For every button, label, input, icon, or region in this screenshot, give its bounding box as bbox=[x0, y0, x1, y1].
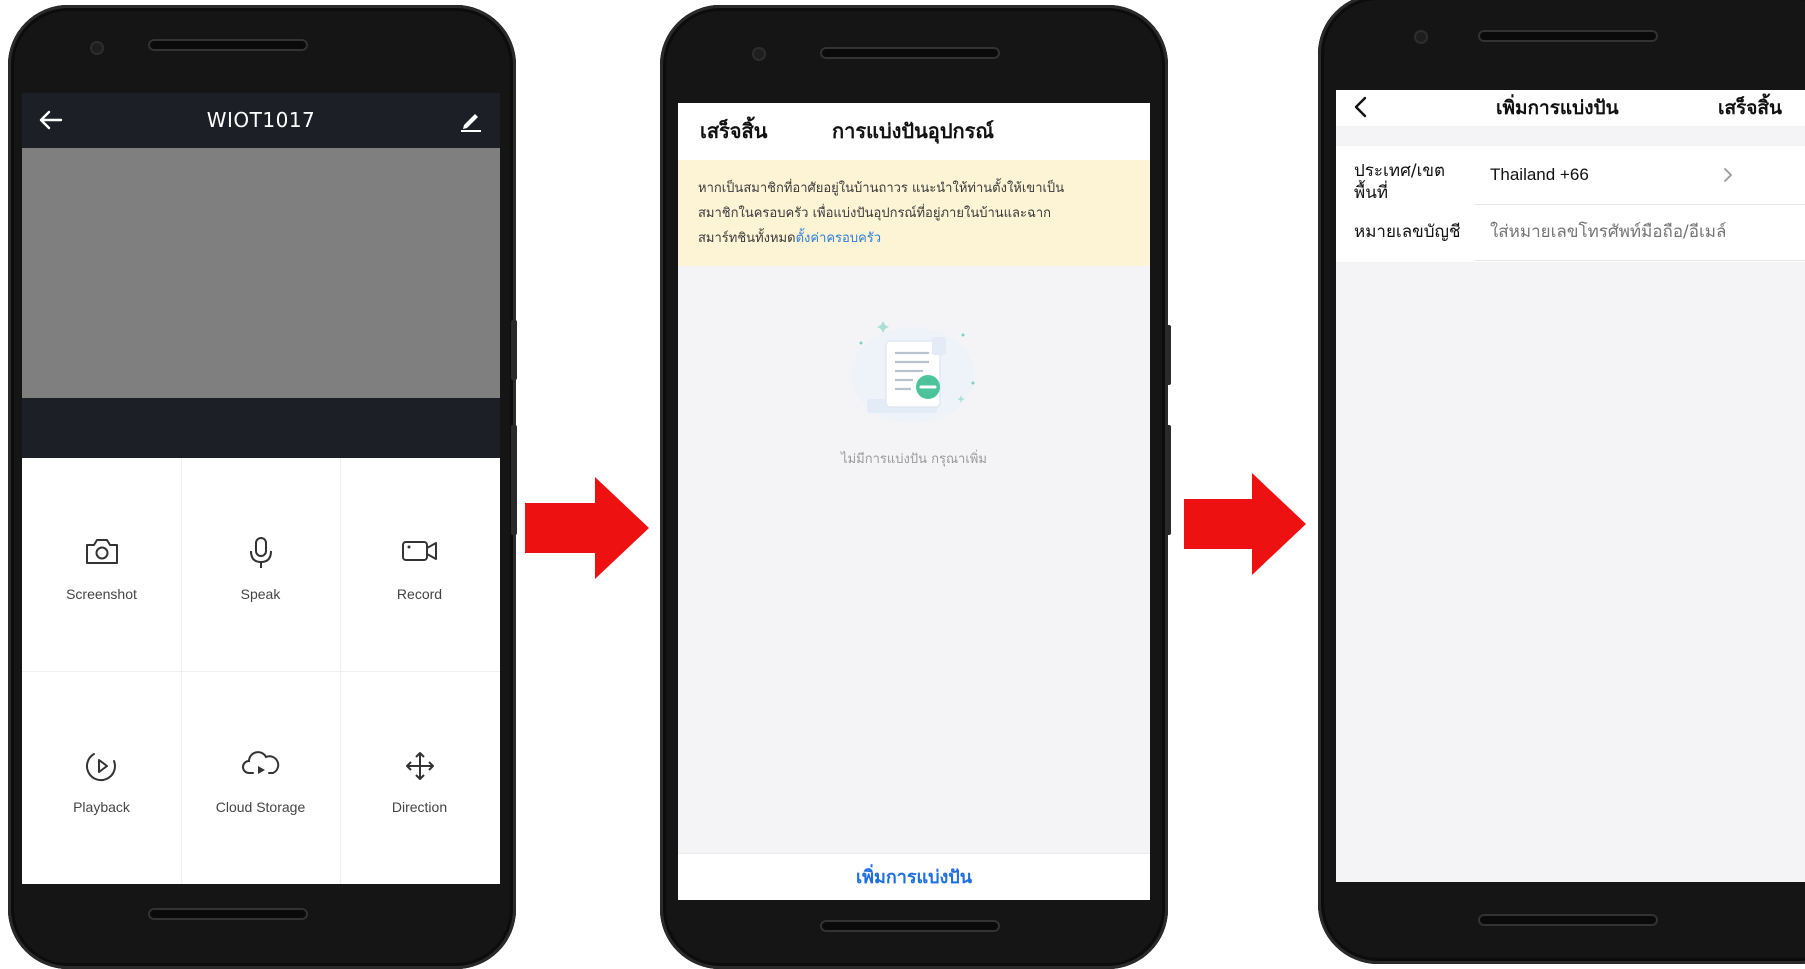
action-label: Speak bbox=[240, 586, 281, 602]
nav-bar: เสร็จสิ้น การแบ่งปันอุปกรณ์ bbox=[678, 103, 1150, 160]
bottom-speaker bbox=[1478, 914, 1658, 926]
earpiece-speaker bbox=[148, 39, 308, 51]
country-value: Thailand +66 bbox=[1490, 165, 1589, 184]
right-arrow-icon bbox=[1184, 473, 1306, 575]
done-button[interactable]: เสร็จสิ้น bbox=[700, 103, 767, 160]
chevron-right-icon bbox=[1724, 168, 1733, 182]
cloud-storage-button[interactable]: Cloud Storage bbox=[181, 671, 340, 884]
share-form: ประเทศ/เขต พื้นที่ Thailand +66 หมายเลขบ… bbox=[1336, 146, 1805, 262]
add-share-button[interactable]: เพิ่มการแบ่งปัน bbox=[678, 853, 1150, 900]
action-label: Direction bbox=[391, 799, 448, 815]
done-button[interactable]: เสร็จสิ้น bbox=[1718, 90, 1782, 126]
side-button bbox=[511, 320, 517, 380]
family-settings-link[interactable]: ตั้งค่าครอบครัว bbox=[796, 231, 882, 246]
add-share-screen: เพิ่มการแบ่งปัน เสร็จสิ้น ประเทศ/เขต พื้… bbox=[1336, 90, 1805, 882]
video-preview[interactable] bbox=[22, 148, 500, 398]
pencil-icon[interactable] bbox=[458, 107, 484, 133]
cloud-play-icon bbox=[241, 751, 279, 774]
empty-document-icon bbox=[851, 321, 975, 423]
phone-frame-2: เสร็จสิ้น การแบ่งปันอุปกรณ์ หากเป็นสมาชิ… bbox=[660, 5, 1171, 969]
move-arrows-icon bbox=[405, 752, 434, 780]
record-button[interactable]: Record bbox=[340, 458, 499, 671]
country-label-line: ประเทศ/เขต bbox=[1354, 161, 1446, 181]
action-grid: Screenshot Speak Record Playback Cloud S… bbox=[22, 458, 500, 884]
notice-text-line: หากเป็นสมาชิกที่อาศัยอยู่ในบ้านถาวร แนะน… bbox=[698, 181, 1065, 196]
front-camera bbox=[1414, 30, 1428, 44]
device-sharing-screen: เสร็จสิ้น การแบ่งปันอุปกรณ์ หากเป็นสมาชิ… bbox=[678, 103, 1150, 900]
action-label: Playback bbox=[73, 799, 130, 815]
country-label-line: พื้นที่ bbox=[1354, 183, 1389, 203]
speak-button[interactable]: Speak bbox=[181, 458, 340, 671]
video-camera-icon bbox=[401, 541, 437, 561]
bottom-speaker bbox=[820, 920, 1000, 932]
notice-text-line: สมาร์ทชินทั้งหมด bbox=[698, 231, 796, 246]
action-label: Record bbox=[396, 586, 443, 602]
earpiece-speaker bbox=[1478, 30, 1658, 42]
chevron-left-icon[interactable] bbox=[1350, 94, 1372, 120]
family-notice: หากเป็นสมาชิกที่อาศัยอยู่ในบ้านถาวร แนะน… bbox=[678, 160, 1150, 266]
right-arrow-icon bbox=[525, 477, 649, 579]
page-title: เพิ่มการแบ่งปัน bbox=[1496, 97, 1619, 119]
bottom-speaker bbox=[148, 908, 308, 920]
camera-icon bbox=[85, 539, 118, 564]
device-title: WIOT1017 bbox=[206, 108, 316, 132]
top-bar: WIOT1017 bbox=[22, 93, 500, 148]
row-divider bbox=[1474, 260, 1805, 261]
country-label: ประเทศ/เขต พื้นที่ bbox=[1354, 160, 1474, 204]
playback-button[interactable]: Playback bbox=[22, 671, 181, 884]
playback-icon bbox=[85, 753, 116, 782]
screenshot-button[interactable]: Screenshot bbox=[22, 458, 181, 671]
volume-button bbox=[511, 425, 517, 535]
phone-frame-3: เพิ่มการแบ่งปัน เสร็จสิ้น ประเทศ/เขต พื้… bbox=[1318, 0, 1805, 964]
volume-button bbox=[1165, 425, 1171, 535]
nav-bar: เพิ่มการแบ่งปัน เสร็จสิ้น bbox=[1336, 90, 1805, 126]
phone-frame-1: WIOT1017 Screenshot Speak Record Playbac… bbox=[8, 5, 517, 969]
earpiece-speaker bbox=[820, 47, 1000, 59]
microphone-icon bbox=[249, 537, 272, 568]
empty-state-text: ไม่มีการแบ่งปัน กรุณาเพิ่ม bbox=[841, 452, 987, 467]
page-title: การแบ่งปันอุปกรณ์ bbox=[832, 119, 994, 143]
front-camera bbox=[752, 47, 766, 61]
account-label: หมายเลขบัญชี bbox=[1354, 222, 1461, 242]
video-controls-bar bbox=[22, 398, 500, 458]
account-input[interactable] bbox=[1490, 204, 1730, 260]
action-label: Cloud Storage bbox=[215, 799, 306, 815]
front-camera bbox=[90, 41, 104, 55]
action-label: Screenshot bbox=[66, 586, 137, 602]
camera-screen: WIOT1017 Screenshot Speak Record Playbac… bbox=[22, 93, 500, 884]
direction-button[interactable]: Direction bbox=[340, 671, 499, 884]
notice-text-line: สมาชิกในครอบครัว เพื่อแบ่งปันอุปกรณ์ที่อ… bbox=[698, 206, 1051, 221]
side-button bbox=[1165, 325, 1171, 385]
